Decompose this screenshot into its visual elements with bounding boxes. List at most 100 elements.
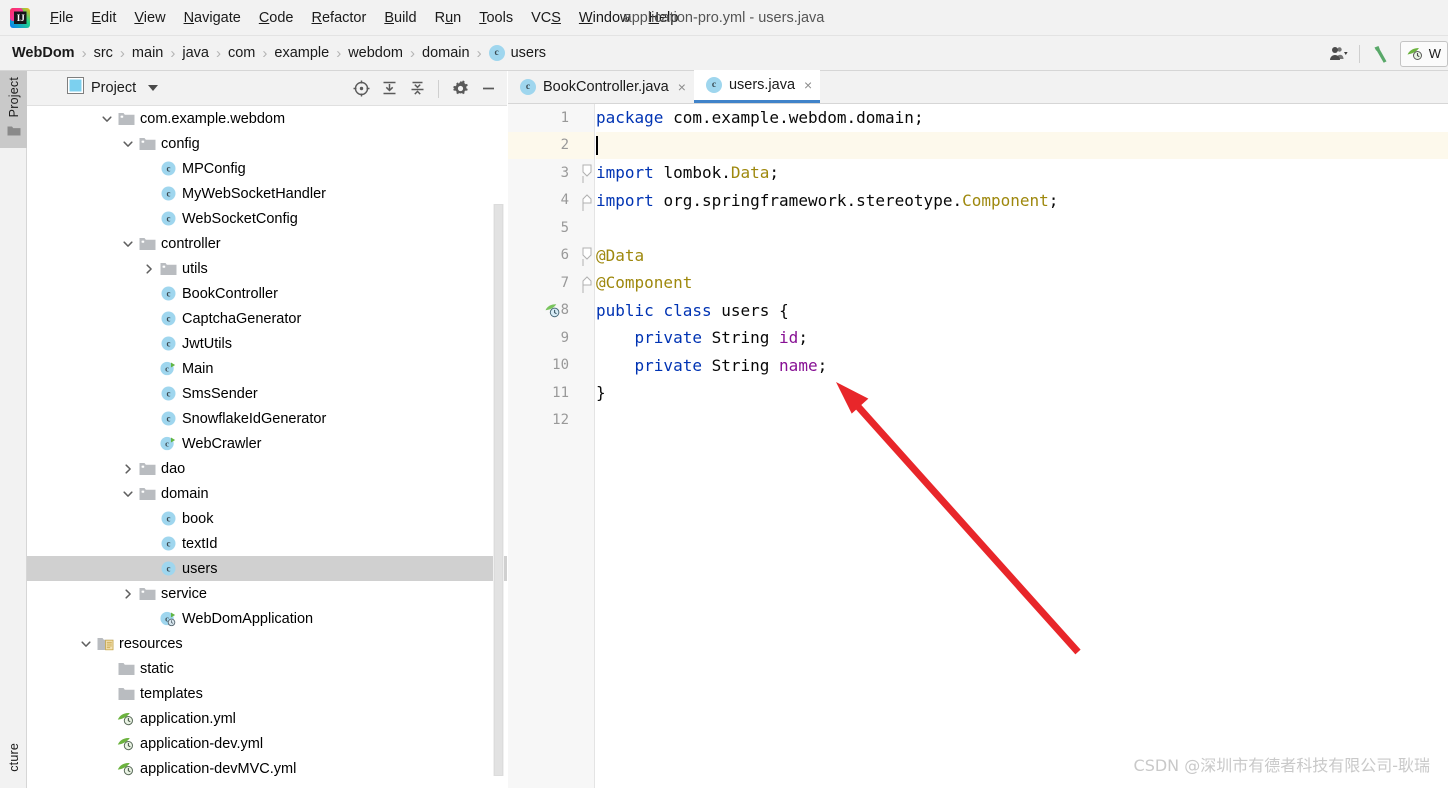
- chevron-right-icon[interactable]: [120, 586, 136, 602]
- breadcrumb-item-webdom-pkg[interactable]: webdom: [348, 45, 403, 61]
- breadcrumb-item-domain[interactable]: domain: [422, 45, 470, 61]
- code-line[interactable]: [596, 407, 1448, 435]
- spring-bean-icon[interactable]: [544, 302, 561, 323]
- line-number[interactable]: 7: [508, 269, 579, 297]
- editor-tab-bookcontroller[interactable]: c BookController.java ×: [508, 70, 694, 103]
- tree-item-com-example-webdom[interactable]: com.example.webdom: [27, 106, 507, 131]
- chevron-down-icon[interactable]: [120, 136, 136, 152]
- tree-item-application-dev-yml[interactable]: application-dev.yml: [27, 731, 507, 756]
- breadcrumb-item-src[interactable]: src: [94, 45, 113, 61]
- toolwindow-tab-project[interactable]: Project: [0, 71, 27, 149]
- menu-item-tools[interactable]: Tools: [470, 7, 522, 29]
- code-line[interactable]: import lombok.Data;: [596, 159, 1448, 187]
- editor-tab-users[interactable]: c users.java ×: [693, 70, 821, 103]
- tree-item-utils[interactable]: utils: [27, 256, 507, 281]
- menu-item-view[interactable]: View: [125, 7, 174, 29]
- code-line[interactable]: }: [596, 379, 1448, 407]
- line-number-gutter[interactable]: 1 2 3 4 5 6 7 8 9 10 11 12: [508, 104, 579, 788]
- tree-item-captchagenerator[interactable]: c CaptchaGenerator: [27, 306, 507, 331]
- code-line[interactable]: public class users {: [596, 297, 1448, 325]
- tree-item-webdomapplication[interactable]: c WebDomApplication: [27, 606, 507, 631]
- tree-item-textid[interactable]: c textId: [27, 531, 507, 556]
- tree-item-config[interactable]: config: [27, 131, 507, 156]
- tree-item-application-yml[interactable]: application.yml: [27, 706, 507, 731]
- tree-item-users[interactable]: c users: [27, 556, 507, 581]
- breadcrumb-item-java[interactable]: java: [182, 45, 209, 61]
- chevron-down-icon[interactable]: [99, 111, 115, 127]
- fold-marker[interactable]: [579, 269, 594, 297]
- tree-item-bookcontroller[interactable]: c BookController: [27, 281, 507, 306]
- line-number[interactable]: 6: [508, 242, 579, 270]
- menu-item-build[interactable]: Build: [375, 7, 425, 29]
- tree-item-book[interactable]: c book: [27, 506, 507, 531]
- breadcrumb-item-example[interactable]: example: [274, 45, 329, 61]
- line-number[interactable]: 9: [508, 324, 579, 352]
- tree-item-static[interactable]: static: [27, 656, 507, 681]
- line-number[interactable]: 5: [508, 214, 579, 242]
- collapse-all-icon[interactable]: [404, 76, 430, 102]
- code-line[interactable]: @Data: [596, 242, 1448, 270]
- tree-item-websocketconfig[interactable]: c WebSocketConfig: [27, 206, 507, 231]
- project-panel-scrollbar[interactable]: [493, 204, 504, 776]
- line-number[interactable]: 8: [508, 297, 579, 325]
- line-number[interactable]: 2: [508, 131, 579, 159]
- tree-item-templates[interactable]: templates: [27, 681, 507, 706]
- breadcrumb-item-users[interactable]: c users: [488, 45, 546, 61]
- tree-item-application-devmvc-yml[interactable]: application-devMVC.yml: [27, 756, 507, 781]
- code-content[interactable]: package com.example.webdom.domain; import…: [596, 104, 1448, 788]
- menu-item-run[interactable]: Run: [426, 7, 471, 29]
- locate-target-icon[interactable]: [348, 76, 374, 102]
- code-line[interactable]: [596, 131, 1448, 159]
- tree-item-domain[interactable]: domain: [27, 481, 507, 506]
- fold-marker[interactable]: [579, 159, 594, 187]
- tree-item-controller[interactable]: controller: [27, 231, 507, 256]
- line-number[interactable]: 11: [508, 379, 579, 407]
- close-icon[interactable]: ×: [804, 78, 812, 92]
- breadcrumb-item-webdom[interactable]: WebDom: [12, 45, 75, 61]
- menu-item-vcs[interactable]: VCS: [522, 7, 570, 29]
- tree-item-dao[interactable]: dao: [27, 456, 507, 481]
- run-configuration-selector[interactable]: W: [1399, 40, 1448, 67]
- code-line[interactable]: [596, 214, 1448, 242]
- menu-item-edit[interactable]: Edit: [82, 7, 125, 29]
- close-icon[interactable]: ×: [678, 80, 686, 94]
- code-folding-column[interactable]: [579, 104, 595, 788]
- code-editor[interactable]: 1 2 3 4 5 6 7 8 9 10 11 12 package com.example.webd…: [508, 104, 1448, 788]
- toolwindow-tab-structure[interactable]: cture: [0, 743, 27, 778]
- chevron-right-icon[interactable]: [141, 261, 157, 277]
- tree-item-snowflakeidgenerator[interactable]: c SnowflakeIdGenerator: [27, 406, 507, 431]
- line-number[interactable]: 10: [508, 352, 579, 380]
- tree-item-main[interactable]: c Main: [27, 356, 507, 381]
- code-line[interactable]: @Component: [596, 269, 1448, 297]
- line-number[interactable]: 4: [508, 187, 579, 215]
- chevron-down-icon[interactable]: [78, 636, 94, 652]
- project-tree[interactable]: com.example.webdom config c MPConfig c MyWebS…: [27, 106, 507, 788]
- code-line[interactable]: private String name;: [596, 352, 1448, 380]
- scrollbar-thumb[interactable]: [494, 204, 503, 776]
- tree-item-mywebsockethandler[interactable]: c MyWebSocketHandler: [27, 181, 507, 206]
- settings-gear-icon[interactable]: [447, 76, 473, 102]
- line-number[interactable]: 1: [508, 104, 579, 132]
- tree-item-smssender[interactable]: c SmsSender: [27, 381, 507, 406]
- menu-item-file[interactable]: File: [41, 7, 82, 29]
- line-number[interactable]: 12: [508, 407, 579, 435]
- code-line[interactable]: package com.example.webdom.domain;: [596, 104, 1448, 132]
- tree-item-mpconfig[interactable]: c MPConfig: [27, 156, 507, 181]
- menu-item-navigate[interactable]: Navigate: [175, 7, 250, 29]
- build-hammer-button[interactable]: [1366, 41, 1396, 67]
- code-line[interactable]: private String id;: [596, 324, 1448, 352]
- tree-item-service[interactable]: service: [27, 581, 507, 606]
- breadcrumb-item-com[interactable]: com: [228, 45, 255, 61]
- tree-item-resources[interactable]: resources: [27, 631, 507, 656]
- chevron-down-icon[interactable]: [120, 236, 136, 252]
- menu-item-code[interactable]: Code: [250, 7, 303, 29]
- breadcrumb-item-main[interactable]: main: [132, 45, 163, 61]
- code-line[interactable]: import org.springframework.stereotype.Co…: [596, 187, 1448, 215]
- menu-item-refactor[interactable]: Refactor: [303, 7, 376, 29]
- fold-marker[interactable]: [579, 242, 594, 270]
- hide-minimize-icon[interactable]: [475, 76, 501, 102]
- tree-item-jwtutils[interactable]: c JwtUtils: [27, 331, 507, 356]
- chevron-right-icon[interactable]: [120, 461, 136, 477]
- tree-item-webcrawler[interactable]: c WebCrawler: [27, 431, 507, 456]
- expand-all-icon[interactable]: [376, 76, 402, 102]
